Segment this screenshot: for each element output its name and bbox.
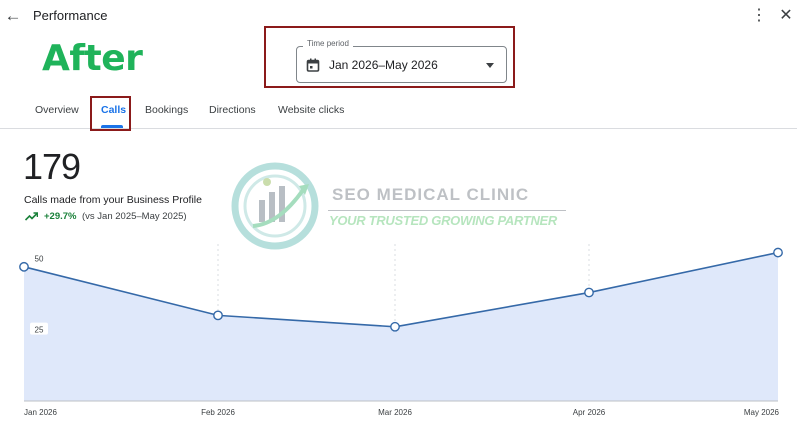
arrow-back-icon[interactable]: ← bbox=[3, 6, 23, 26]
calls-chart: 50 25 Jan 2026 Feb 2026 Mar 2026 Apr 2026 May … bbox=[19, 244, 783, 417]
tab-overview[interactable]: Overview bbox=[35, 104, 79, 116]
x-tick-label: Jan 2026 bbox=[24, 408, 57, 417]
x-tick-label: May 2026 bbox=[744, 408, 780, 417]
x-tick-label: Mar 2026 bbox=[378, 408, 412, 417]
tab-bookings[interactable]: Bookings bbox=[145, 104, 188, 116]
data-point bbox=[584, 287, 594, 298]
y-tick-label: 25 bbox=[35, 326, 44, 335]
watermark-title: SEO MEDICAL CLINIC bbox=[332, 185, 530, 204]
trending-up-icon bbox=[25, 212, 38, 221]
time-period-value: Jan 2026–May 2026 bbox=[329, 58, 438, 72]
data-point bbox=[213, 310, 223, 321]
tab-website-clicks[interactable]: Website clicks bbox=[278, 104, 344, 116]
close-icon[interactable]: ✕ bbox=[777, 6, 795, 26]
calendar-icon bbox=[306, 58, 320, 72]
metric-change: +29.7% bbox=[44, 211, 77, 222]
metric-label: Calls made from your Business Profile bbox=[24, 194, 202, 206]
x-tick-label: Apr 2026 bbox=[573, 408, 606, 417]
watermark-subtitle: YOUR TRUSTED GROWING PARTNER bbox=[329, 213, 558, 228]
data-point bbox=[19, 261, 29, 272]
more-vert-icon[interactable]: ⋮ bbox=[750, 6, 768, 26]
metric-value: 179 bbox=[23, 146, 81, 187]
page-title: Performance bbox=[33, 8, 108, 23]
data-point bbox=[773, 247, 783, 258]
data-point bbox=[390, 321, 400, 332]
after-label: After bbox=[42, 38, 143, 79]
dropdown-arrow-icon bbox=[486, 63, 494, 68]
y-tick-label: 50 bbox=[35, 254, 44, 263]
tab-directions[interactable]: Directions bbox=[209, 104, 256, 116]
series-area bbox=[24, 252, 778, 401]
metric-comparison: (vs Jan 2025–May 2025) bbox=[82, 211, 187, 222]
calls-tab-highlight bbox=[90, 96, 131, 131]
watermark-divider bbox=[328, 210, 566, 211]
time-period-legend: Time period bbox=[303, 39, 353, 48]
time-period-select[interactable]: Jan 2026–May 2026 bbox=[296, 46, 507, 83]
x-tick-label: Feb 2026 bbox=[201, 408, 235, 417]
